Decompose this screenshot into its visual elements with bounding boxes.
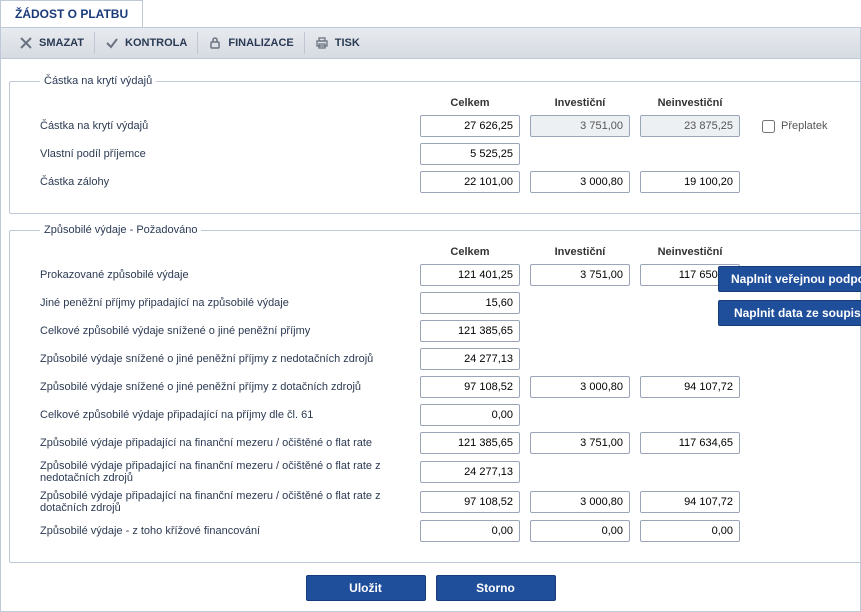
row-label: Částka zálohy [40, 176, 410, 188]
amount-input[interactable] [640, 432, 740, 454]
row-label: Jiné peněžní příjmy připadající na způso… [40, 297, 410, 309]
amount-input[interactable] [530, 264, 630, 286]
cancel-button[interactable]: Storno [436, 575, 556, 601]
amount-input[interactable] [420, 143, 520, 165]
section-eligible: Způsobilé výdaje - Požadováno Naplnit ve… [9, 224, 861, 563]
printer-icon [315, 36, 329, 50]
row-label: Vlastní podíl příjemce [40, 148, 410, 160]
row-label: Způsobilé výdaje připadající na finanční… [40, 490, 410, 514]
save-button[interactable]: Uložit [306, 575, 426, 601]
page-tab[interactable]: ŽÁDOST O PLATBU [0, 0, 143, 27]
section-eligible-legend: Způsobilé výdaje - Požadováno [40, 224, 201, 236]
section-coverage: Částka na krytí výdajů Celkem Investiční… [9, 75, 861, 214]
toolbar: SMAZAT KONTROLA FINALIZACE TISK [0, 27, 861, 59]
finalize-button[interactable]: FINALIZACE [198, 32, 304, 54]
section-coverage-legend: Částka na krytí výdajů [40, 75, 156, 87]
print-button[interactable]: TISK [305, 32, 370, 54]
amount-input[interactable] [640, 520, 740, 542]
form-body: Částka na krytí výdajů Celkem Investiční… [0, 59, 861, 612]
print-label: TISK [335, 37, 360, 49]
amount-input[interactable] [640, 171, 740, 193]
amount-input[interactable] [420, 171, 520, 193]
footer-actions: Uložit Storno [9, 575, 852, 601]
amount-input[interactable] [420, 348, 520, 370]
col-header-neinvesticni: Neinvestiční [640, 246, 740, 258]
amount-input[interactable] [640, 491, 740, 513]
row-label: Prokazované způsobilé výdaje [40, 269, 410, 281]
amount-input[interactable] [530, 171, 630, 193]
delete-label: SMAZAT [39, 37, 84, 49]
row-label: Částka na krytí výdajů [40, 120, 410, 132]
col-header-neinvesticni: Neinvestiční [640, 97, 740, 109]
preplatek-checkbox[interactable] [762, 120, 775, 133]
x-icon [19, 36, 33, 50]
amount-input[interactable] [420, 264, 520, 286]
row-label: Celkové způsobilé výdaje připadající na … [40, 409, 410, 421]
row-label: Celkové způsobilé výdaje snížené o jiné … [40, 325, 410, 337]
amount-input[interactable] [530, 432, 630, 454]
fill-data-from-list-button[interactable]: Naplnit data ze soupisky [718, 300, 861, 326]
amount-input[interactable] [420, 520, 520, 542]
row-label: Způsobilé výdaje připadající na finanční… [40, 460, 410, 484]
amount-input[interactable] [420, 320, 520, 342]
amount-input[interactable] [530, 491, 630, 513]
col-header-celkem: Celkem [420, 97, 520, 109]
amount-input[interactable] [640, 115, 740, 137]
check-button[interactable]: KONTROLA [95, 32, 198, 54]
amount-input[interactable] [530, 376, 630, 398]
col-header-investicni: Investiční [530, 246, 630, 258]
fill-public-support-button[interactable]: Naplnit veřejnou podporu [718, 266, 861, 292]
check-label: KONTROLA [125, 37, 187, 49]
amount-input[interactable] [420, 404, 520, 426]
row-label: Způsobilé výdaje snížené o jiné peněžní … [40, 353, 410, 365]
delete-button[interactable]: SMAZAT [9, 32, 95, 54]
amount-input[interactable] [420, 432, 520, 454]
amount-input[interactable] [420, 292, 520, 314]
lock-icon [208, 36, 222, 50]
preplatek-field[interactable]: Přeplatek [750, 120, 861, 133]
amount-input[interactable] [530, 115, 630, 137]
amount-input[interactable] [420, 491, 520, 513]
amount-input[interactable] [420, 376, 520, 398]
col-header-investicni: Investiční [530, 97, 630, 109]
side-actions: Naplnit veřejnou podporu Naplnit data ze… [718, 266, 861, 326]
amount-input[interactable] [640, 376, 740, 398]
amount-input[interactable] [530, 520, 630, 542]
row-label: Způsobilé výdaje - z toho křížové financ… [40, 525, 410, 537]
amount-input[interactable] [420, 115, 520, 137]
col-header-celkem: Celkem [420, 246, 520, 258]
row-label: Způsobilé výdaje připadající na finanční… [40, 437, 410, 449]
finalize-label: FINALIZACE [228, 37, 293, 49]
amount-input[interactable] [420, 461, 520, 483]
preplatek-label: Přeplatek [781, 120, 827, 132]
check-icon [105, 36, 119, 50]
row-label: Způsobilé výdaje snížené o jiné peněžní … [40, 381, 410, 393]
